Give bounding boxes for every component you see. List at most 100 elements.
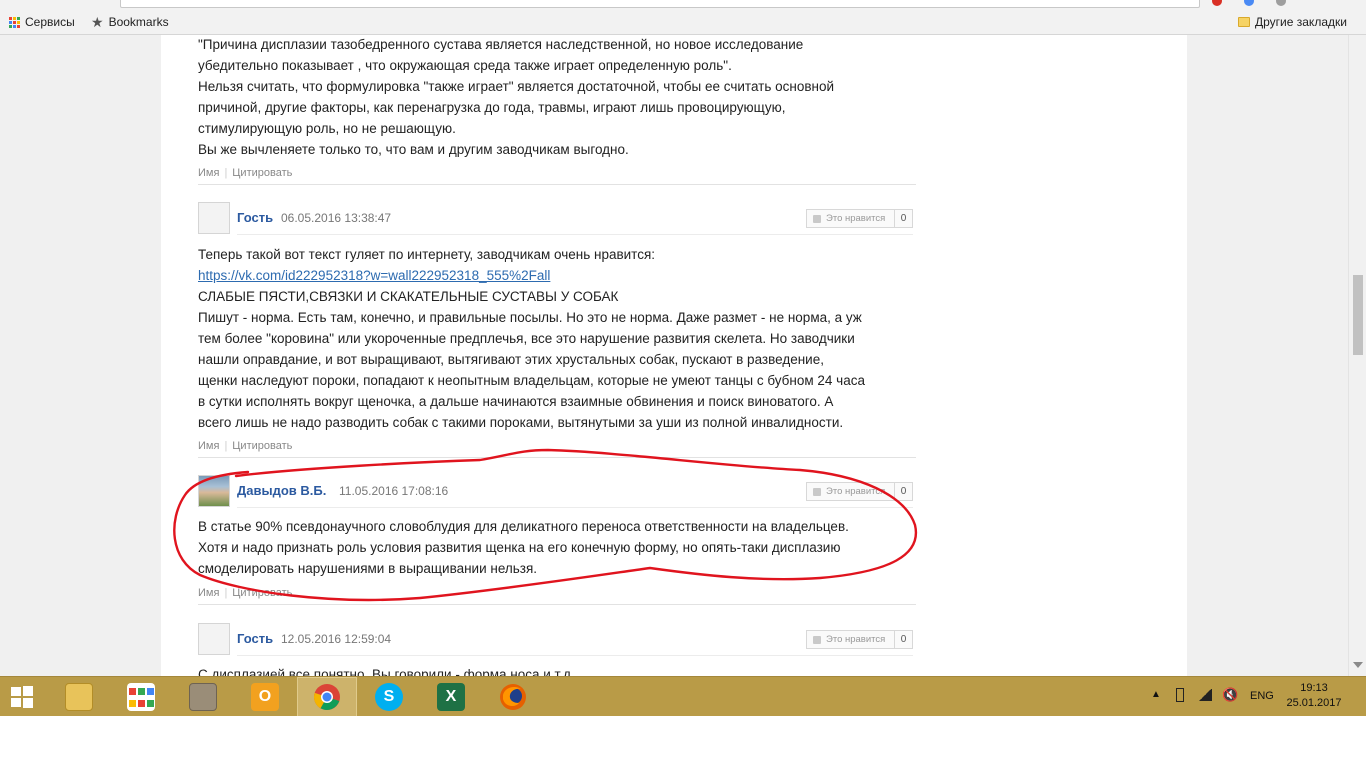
comment-actions: Имя | Цитировать (198, 440, 292, 452)
page-scrollbar[interactable] (1348, 35, 1366, 676)
comment-line: тем более "коровина" или укороченные пре… (198, 331, 855, 346)
thumbs-up-icon (813, 635, 821, 644)
chrome-icon (314, 684, 340, 711)
comment-line: Нельзя считать, что формулировка "также … (198, 79, 835, 94)
thumbs-up-icon (813, 487, 821, 496)
comment-line: СЛАБЫЕ ПЯСТИ,СВЯЗКИ И СКАКАТЕЛЬНЫЕ СУСТА… (198, 289, 619, 304)
apps-shortcut[interactable]: Сервисы (9, 15, 75, 29)
volume-muted-icon[interactable]: 🔇 (1222, 687, 1238, 703)
extension-icon-grey[interactable] (1276, 0, 1286, 6)
firefox-icon (500, 684, 526, 710)
clock-time: 19:13 (1300, 682, 1328, 694)
avatar (198, 202, 230, 234)
comment-line: в сутки исполнять вокруг щеночка, а даль… (198, 394, 834, 409)
comment-text: "Причина дисплазии тазобедренного сустав… (198, 34, 918, 160)
separator: | (224, 440, 228, 452)
other-bookmarks-folder[interactable]: Другие закладки (1238, 15, 1347, 29)
name-action-link[interactable]: Имя (198, 167, 219, 179)
comment-line: причиной, другие факторы, как перенагруз… (198, 100, 786, 115)
taskbar-skype[interactable]: S (359, 677, 419, 717)
battery-icon[interactable] (1176, 688, 1184, 702)
language-indicator[interactable]: ENG (1250, 690, 1280, 702)
comment-author[interactable]: Гость (237, 210, 273, 225)
clock-date: 25.01.2017 (1286, 697, 1342, 709)
comment-header-divider (237, 234, 913, 235)
network-signal-icon[interactable] (1198, 689, 1212, 701)
like-button[interactable]: Это нравится 0 (806, 630, 913, 649)
quote-action-link[interactable]: Цитировать (232, 167, 292, 179)
vk-link[interactable]: https://vk.com/id222952318?w=wall2229523… (198, 268, 550, 283)
comment-text: Теперь такой вот текст гуляет по интерне… (198, 244, 918, 433)
comment-header-divider (237, 507, 913, 508)
address-bar[interactable] (120, 0, 1200, 8)
comment-line: стимулирующую роль, но не решающую. (198, 121, 456, 136)
comment-line: щенки наследуют пороки, попадают к неопы… (198, 373, 865, 388)
apps-grid-icon (9, 16, 20, 28)
like-count: 0 (894, 483, 912, 500)
folder-icon (1238, 17, 1250, 27)
taskbar-outlook[interactable]: O (235, 677, 295, 717)
taskbar-excel[interactable]: X (421, 677, 481, 717)
taskbar-firefox[interactable] (483, 677, 543, 717)
bookmarks-bar: Сервисы ★ Bookmarks Другие закладки (0, 10, 1366, 35)
outlook-icon: O (251, 683, 279, 711)
comment-line: всего лишь не надо разводить собак с так… (198, 415, 844, 430)
name-action-link[interactable]: Имя (198, 440, 219, 452)
comment-actions: Имя | Цитировать (198, 167, 292, 179)
taskbar-file-explorer[interactable] (49, 677, 109, 717)
comment-date: 06.05.2016 13:38:47 (281, 211, 392, 225)
comment-line: смоделировать нарушениями в выращивании … (198, 561, 538, 576)
comment-actions: Имя | Цитировать (198, 587, 292, 599)
windows-taskbar: O S X ▲ 🔇 ENG 19:13 25.01.2017 (0, 676, 1366, 717)
quote-action-link[interactable]: Цитировать (232, 440, 292, 452)
screen: Сервисы ★ Bookmarks Другие закладки "При… (0, 0, 1366, 768)
like-count: 0 (894, 631, 912, 648)
comment-header-divider (237, 655, 913, 656)
thumbs-up-icon (813, 214, 821, 223)
browser-toolbar (0, 0, 1366, 10)
taskbar-store[interactable] (111, 677, 171, 717)
name-action-link[interactable]: Имя (198, 587, 219, 599)
comment-line: "Причина дисплазии тазобедренного сустав… (198, 37, 804, 52)
archive-app-icon (189, 683, 217, 711)
comment-line: Пишут - норма. Есть там, конечно, и прав… (198, 310, 862, 325)
comment-text: В статье 90% псевдонаучного словоблудия … (198, 516, 918, 579)
comment-line: убедительно показывает , что окружающая … (198, 58, 732, 73)
other-bookmarks-label: Другие закладки (1255, 15, 1347, 29)
bookmarks-label: Bookmarks (108, 15, 169, 29)
bookmarks-folder[interactable]: ★ Bookmarks (91, 15, 169, 29)
comment-author[interactable]: Гость (237, 631, 273, 646)
comment-divider (198, 604, 916, 605)
skype-icon: S (375, 683, 403, 711)
windows-start-icon (11, 686, 33, 708)
start-button[interactable] (0, 677, 44, 717)
like-button[interactable]: Это нравится 0 (806, 209, 913, 228)
comment-line: Хотя и надо признать роль условия развит… (198, 540, 841, 555)
comment-divider (198, 184, 916, 185)
show-hidden-icons-icon[interactable]: ▲ (1151, 689, 1161, 700)
extension-icon-red[interactable] (1212, 0, 1222, 6)
system-clock[interactable]: 19:13 25.01.2017 (1284, 681, 1344, 711)
taskbar-archive-app[interactable] (173, 677, 233, 717)
store-apps-icon (127, 683, 155, 711)
comment-date: 11.05.2016 17:08:16 (339, 484, 449, 498)
avatar (198, 623, 230, 655)
quote-action-link[interactable]: Цитировать (232, 587, 292, 599)
extension-icon-blue[interactable] (1244, 0, 1254, 6)
file-explorer-icon (65, 683, 93, 711)
comment-author[interactable]: Давыдов В.Б. (237, 483, 326, 498)
star-icon: ★ (91, 14, 104, 30)
like-count: 0 (894, 210, 912, 227)
comment-line: В статье 90% псевдонаучного словоблудия … (198, 519, 849, 534)
like-button[interactable]: Это нравится 0 (806, 482, 913, 501)
comment-date: 12.05.2016 12:59:04 (281, 632, 392, 646)
comment-line: нашли оправдание, и вот выращивают, вытя… (198, 352, 824, 367)
comment-line: Теперь такой вот текст гуляет по интерне… (198, 247, 656, 262)
taskbar-chrome[interactable] (297, 677, 357, 717)
user-photo-avatar[interactable] (198, 475, 230, 507)
comment-line: Вы же вычленяете только то, что вам и др… (198, 142, 629, 157)
excel-icon: X (437, 683, 465, 711)
scrollbar-thumb[interactable] (1353, 275, 1363, 355)
separator: | (224, 167, 228, 179)
scroll-down-arrow-icon[interactable] (1353, 662, 1363, 668)
